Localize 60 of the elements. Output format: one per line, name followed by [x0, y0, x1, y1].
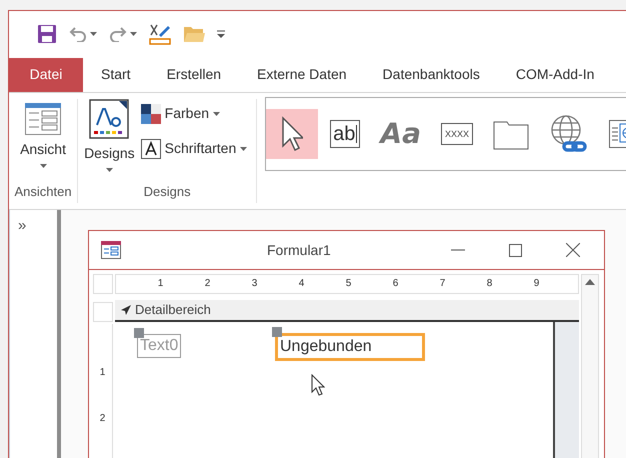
pointer-icon [281, 116, 304, 152]
globe-link-icon [549, 114, 589, 154]
caret-icon [213, 112, 220, 116]
ruler-number: 3 [250, 279, 258, 289]
control-tool-button[interactable]: ab [322, 109, 368, 160]
ruler-number: 6 [392, 279, 400, 289]
mouse-cursor-icon [311, 374, 325, 396]
designs-button[interactable]: Designs [84, 99, 135, 172]
textbox-tool: ab [330, 120, 360, 148]
color-palette-icon [140, 104, 161, 124]
button-tool: XXXX [440, 123, 473, 146]
control-tool-button[interactable]: XXXX [432, 109, 481, 160]
ruler-number: 1 [100, 368, 106, 378]
control-tool-button[interactable]: Aa [372, 109, 429, 160]
ruler-number: 2 [100, 414, 106, 424]
caret-icon [40, 164, 47, 168]
ruler-number: 9 [532, 279, 540, 289]
save-icon[interactable] [37, 24, 57, 44]
ruler-number: 7 [438, 279, 446, 289]
colors-button[interactable]: Farben [140, 103, 248, 124]
ruler-number: 5 [344, 279, 352, 289]
form-icon [101, 241, 121, 259]
section-header: Detailbereich [115, 300, 579, 322]
undo-icon[interactable] [69, 26, 87, 42]
view-button[interactable]: Ansicht [20, 99, 66, 168]
label-tool: Aa [380, 116, 421, 152]
scroll-up-icon[interactable] [585, 279, 595, 285]
ruler-number: 4 [298, 279, 306, 289]
ribbon-tab[interactable]: Erstellen [148, 58, 240, 92]
maximize-icon[interactable] [509, 244, 522, 256]
group-label: Ansichten [14, 182, 72, 200]
file-tab[interactable]: Datei [9, 58, 83, 92]
caret-icon [130, 32, 137, 36]
ruler-number: 2 [204, 279, 212, 289]
themes-icon [89, 99, 130, 140]
fonts-button[interactable]: Schriftarten [140, 138, 248, 160]
caret-icon [106, 168, 113, 172]
font-letter-icon [140, 138, 161, 159]
window-title: Formular1 [267, 240, 331, 260]
redo-icon[interactable] [109, 26, 127, 42]
design-edit-icon[interactable] [149, 23, 171, 46]
caret-icon [90, 32, 97, 36]
move-handle[interactable] [272, 327, 282, 337]
vertical-scrollbar[interactable] [581, 274, 599, 458]
ribbon-tab[interactable]: Externe Daten [239, 58, 365, 92]
group-label: Designs [144, 182, 191, 201]
ribbon-tab[interactable]: COM-Add-In [498, 58, 612, 92]
unbound-textbox[interactable]: Ungebunden [275, 333, 425, 361]
control-tool-button[interactable] [266, 109, 318, 160]
move-handle[interactable] [134, 328, 144, 338]
form-view-icon [25, 103, 62, 136]
caret-icon [240, 146, 248, 151]
ribbon-tab[interactable]: Datenbanktools [364, 58, 498, 92]
ruler-number: 8 [486, 279, 494, 289]
ruler-number: 1 [156, 279, 164, 289]
ribbon-tab[interactable]: Start [83, 58, 149, 92]
collapse-arrow-icon [121, 305, 131, 315]
expand-pane-button[interactable]: » [18, 218, 26, 233]
customize-toolbar-icon[interactable] [217, 30, 225, 38]
close-icon[interactable] [566, 243, 580, 257]
